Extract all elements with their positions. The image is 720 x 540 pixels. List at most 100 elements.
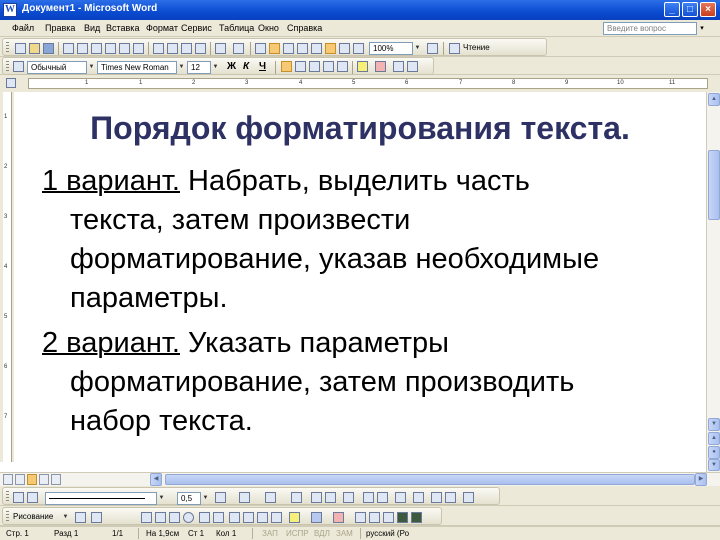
autoshapes-icon[interactable]	[91, 512, 102, 523]
undo-icon[interactable]	[215, 43, 226, 54]
horizontal-scroll-thumb[interactable]	[165, 474, 695, 485]
insert-table-icon[interactable]	[283, 43, 294, 54]
diagram-icon[interactable]	[243, 512, 254, 523]
horizontal-ruler[interactable]: 1 1 2 3 4 5 6 7 8 9 10 11	[28, 78, 708, 89]
vertical-scroll-thumb[interactable]	[708, 150, 720, 220]
minimize-button[interactable]: _	[664, 2, 680, 17]
print-icon[interactable]	[91, 43, 102, 54]
status-track-changes[interactable]: ИСПР	[286, 529, 309, 538]
status-language[interactable]: русский (Ро	[366, 529, 409, 538]
style-dropdown-icon[interactable]: ▼	[87, 61, 96, 74]
line-spacing-icon[interactable]	[337, 61, 348, 72]
shading-color-icon[interactable]	[265, 492, 276, 503]
format-painter-icon[interactable]	[195, 43, 206, 54]
maximize-button[interactable]: □	[682, 2, 698, 17]
insert-picture-icon[interactable]	[271, 512, 282, 523]
menu-help[interactable]: Справка	[287, 23, 322, 33]
title-bar[interactable]: W Документ1 - Microsoft Word _ □ ×	[0, 0, 720, 20]
dash-style-icon[interactable]	[369, 512, 380, 523]
menu-window[interactable]: Окно	[258, 23, 279, 33]
text-direction-icon[interactable]	[413, 492, 424, 503]
distribute-columns-icon[interactable]	[377, 492, 388, 503]
outline-view-icon[interactable]	[39, 474, 49, 485]
columns-icon[interactable]	[311, 43, 322, 54]
3d-style-icon[interactable]	[411, 512, 422, 523]
superscript-icon[interactable]	[393, 61, 404, 72]
zoom-select[interactable]: 100%	[369, 42, 413, 55]
web-layout-icon[interactable]	[15, 474, 25, 485]
research-icon[interactable]	[133, 43, 144, 54]
show-hide-icon[interactable]	[353, 43, 364, 54]
previous-page-icon[interactable]: ▲	[708, 432, 720, 445]
status-record-macro[interactable]: ЗАП	[262, 529, 278, 538]
zoom-dropdown-icon[interactable]: ▼	[413, 42, 422, 55]
reading-layout-icon[interactable]	[51, 474, 61, 485]
font-dropdown-icon[interactable]: ▼	[177, 61, 186, 74]
toolbar-grip[interactable]	[6, 491, 9, 503]
copy-icon[interactable]	[167, 43, 178, 54]
align-cell-icon[interactable]	[343, 492, 354, 503]
toolbar-grip[interactable]	[6, 42, 9, 54]
print-preview-icon[interactable]	[105, 43, 116, 54]
document-page[interactable]: Порядок форматирования текста. 1 вариант…	[14, 92, 706, 462]
status-overtype[interactable]: ЗАМ	[336, 529, 353, 538]
sort-ascending-icon[interactable]	[431, 492, 442, 503]
scroll-down-icon[interactable]: ▼	[708, 418, 720, 431]
distribute-rows-icon[interactable]	[363, 492, 374, 503]
clipart-icon[interactable]	[257, 512, 268, 523]
vertical-text-box-icon[interactable]	[213, 512, 224, 523]
insert-table-icon[interactable]	[291, 492, 302, 503]
styles-pane-icon[interactable]	[13, 61, 24, 72]
rectangle-tool-icon[interactable]	[169, 512, 180, 523]
line-weight-select[interactable]: 0,5	[177, 492, 201, 505]
help-icon[interactable]	[427, 43, 438, 54]
close-button[interactable]: ×	[700, 2, 716, 17]
paste-icon[interactable]	[181, 43, 192, 54]
draw-table-icon[interactable]	[13, 492, 24, 503]
redo-icon[interactable]	[233, 43, 244, 54]
line-weight-dropdown-icon[interactable]: ▼	[201, 492, 210, 505]
word-app-icon[interactable]: W	[3, 3, 17, 17]
font-size-dropdown-icon[interactable]: ▼	[211, 61, 220, 74]
sort-descending-icon[interactable]	[445, 492, 456, 503]
browse-object-icon[interactable]: ●	[708, 446, 720, 459]
eraser-icon[interactable]	[27, 492, 38, 503]
draw-menu-dropdown-icon[interactable]: ▼	[61, 511, 70, 524]
scroll-up-icon[interactable]: ▲	[708, 93, 720, 106]
save-icon[interactable]	[43, 43, 54, 54]
toolbar-grip[interactable]	[6, 511, 9, 523]
font-select[interactable]: Times New Roman	[97, 61, 177, 74]
line-tool-icon[interactable]	[141, 512, 152, 523]
next-page-icon[interactable]: ▼	[708, 459, 720, 471]
align-right-icon[interactable]	[309, 61, 320, 72]
font-color-icon[interactable]	[375, 61, 386, 72]
align-left-icon[interactable]	[281, 61, 292, 72]
font-size-select[interactable]: 12	[187, 61, 211, 74]
vertical-ruler[interactable]: 1 2 3 4 5 6 7	[0, 92, 14, 462]
line-color-icon[interactable]	[311, 512, 322, 523]
split-cells-icon[interactable]	[325, 492, 336, 503]
wordart-icon[interactable]	[229, 512, 240, 523]
menu-insert[interactable]: Вставка	[106, 23, 139, 33]
menu-view[interactable]: Вид	[84, 23, 100, 33]
line-style-select[interactable]	[45, 492, 157, 505]
menu-format[interactable]: Формат	[146, 23, 178, 33]
toolbar-grip[interactable]	[6, 61, 9, 73]
normal-view-icon[interactable]	[3, 474, 13, 485]
drawing-font-color-icon[interactable]	[333, 512, 344, 523]
new-document-icon[interactable]	[15, 43, 26, 54]
email-icon[interactable]	[77, 43, 88, 54]
scroll-right-icon[interactable]: ▶	[695, 473, 707, 486]
merge-cells-icon[interactable]	[311, 492, 322, 503]
bold-button[interactable]: Ж	[227, 61, 236, 72]
justify-icon[interactable]	[323, 61, 334, 72]
status-extend[interactable]: ВДЛ	[314, 529, 330, 538]
shadow-style-icon[interactable]	[397, 512, 408, 523]
help-search-input[interactable]: Введите вопрос	[603, 22, 697, 35]
draw-menu-button[interactable]: Рисование	[13, 512, 53, 521]
border-color-icon[interactable]	[215, 492, 226, 503]
underline-button[interactable]: Ч	[259, 61, 266, 72]
italic-button[interactable]: К	[243, 61, 249, 72]
open-folder-icon[interactable]	[29, 43, 40, 54]
cut-icon[interactable]	[153, 43, 164, 54]
